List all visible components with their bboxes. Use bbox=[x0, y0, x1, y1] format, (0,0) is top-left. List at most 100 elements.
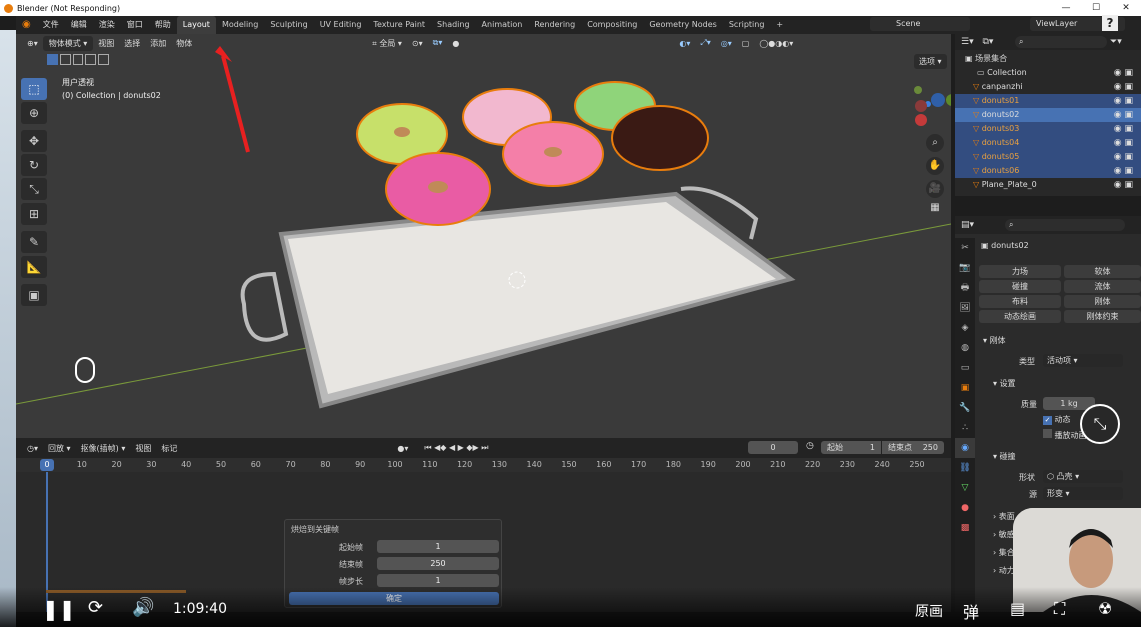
type-dropdown[interactable]: 活动项 ▾ bbox=[1043, 354, 1123, 367]
volume-icon[interactable]: 🔊 bbox=[132, 597, 154, 618]
gizmo-y-axis[interactable] bbox=[946, 94, 951, 106]
dynamic-checkbox[interactable]: ✓ 动态 bbox=[1043, 414, 1071, 425]
force-field-button[interactable]: 力场 bbox=[979, 265, 1061, 278]
visibility-toggle-icon[interactable]: ◉ ▣ bbox=[1114, 108, 1133, 122]
menu-help[interactable]: 帮助 bbox=[149, 16, 177, 34]
minimize-button[interactable]: — bbox=[1051, 0, 1081, 16]
tab-modeling[interactable]: Modeling bbox=[216, 16, 264, 34]
fluid-button[interactable]: 流体 bbox=[1064, 280, 1141, 293]
tab-layout[interactable]: Layout bbox=[176, 16, 216, 34]
cloth-button[interactable]: 布料 bbox=[979, 295, 1061, 308]
3d-viewport[interactable]: ⊕▾ 物体模式 ▾ 视图 选择 添加 物体 ⌗ 全局 ▾ ⊙▾ ⧉▾ ● ◐▾ … bbox=[16, 34, 951, 438]
start-frame-field[interactable]: 起始 1 bbox=[821, 441, 881, 454]
visibility-toggle-icon[interactable]: ◉ ▣ bbox=[1114, 122, 1133, 136]
dynamic-paint-button[interactable]: 动态绘画 bbox=[979, 310, 1061, 323]
outliner-row[interactable]: ▽ donuts04 ◉ ▣ bbox=[955, 136, 1141, 150]
material-tab-icon[interactable]: ● bbox=[955, 498, 975, 518]
tab-shading[interactable]: Shading bbox=[431, 16, 476, 34]
collision-button[interactable]: 碰撞 bbox=[979, 280, 1061, 293]
gizmo-neg-x-axis[interactable] bbox=[915, 100, 927, 112]
visibility-toggle-icon[interactable]: ◉ ▣ bbox=[1114, 80, 1133, 94]
tab-scripting[interactable]: Scripting bbox=[723, 16, 771, 34]
playback-controls[interactable]: ⏮ ◀◆ ◀ ▶ ◆▶ ⏭ bbox=[419, 441, 493, 455]
pause-button[interactable]: ❚❚ bbox=[42, 597, 76, 621]
collection-tab-icon[interactable]: ▭ bbox=[955, 358, 975, 378]
scene-tab-icon[interactable]: ◈ bbox=[955, 318, 975, 338]
help-icon[interactable]: ? bbox=[1102, 15, 1118, 31]
grid-icon[interactable]: ▦ bbox=[926, 199, 944, 217]
timeline-menu-keying[interactable]: 抠像(插帧) ▾ bbox=[76, 441, 131, 456]
collision-section[interactable]: ▾ 碰撞 bbox=[993, 451, 1016, 462]
quality-selector[interactable]: 原画 bbox=[915, 601, 943, 621]
rigid-body-constraint-button[interactable]: 刚体约束 bbox=[1064, 310, 1141, 323]
outliner-row[interactable]: ▽ donuts01 ◉ ▣ bbox=[955, 94, 1141, 108]
close-button[interactable]: ✕ bbox=[1111, 0, 1141, 16]
constraints-tab-icon[interactable]: ⛓ bbox=[955, 458, 975, 478]
frame-ruler[interactable]: 0 10 20 30 40 50 60 70 80 90 100 110 120 130 140 150 160… bbox=[16, 458, 951, 472]
collections-section[interactable]: › 集合 bbox=[993, 547, 1015, 558]
visibility-toggle-icon[interactable]: ◉ ▣ bbox=[1114, 136, 1133, 150]
subtitle-icon[interactable]: ▤ bbox=[1010, 599, 1025, 618]
visibility-toggle-icon[interactable]: ◉ ▣ bbox=[1114, 164, 1133, 178]
outliner-row[interactable]: ▽ Plane_Plate_0 ◉ ▣ bbox=[955, 178, 1141, 192]
tool-tab-icon[interactable]: ✂ bbox=[955, 238, 975, 258]
object-tab-icon[interactable]: ▣ bbox=[955, 378, 975, 398]
properties-search-input[interactable]: ⌕ bbox=[1005, 219, 1125, 231]
tab-rendering[interactable]: Rendering bbox=[528, 16, 581, 34]
gizmo-neg-y-axis[interactable] bbox=[914, 86, 922, 94]
danmaku-icon[interactable]: 弹 bbox=[963, 599, 979, 623]
render-tab-icon[interactable]: 📷 bbox=[955, 258, 975, 278]
tab-uv-editing[interactable]: UV Editing bbox=[314, 16, 368, 34]
surface-section[interactable]: › 表面 bbox=[993, 511, 1015, 522]
pan-hand-icon[interactable]: ✋ bbox=[926, 157, 944, 175]
pip-toggle-icon[interactable]: ⤡ bbox=[1080, 404, 1120, 444]
current-frame-field[interactable]: 0 bbox=[748, 441, 798, 454]
visibility-toggle-icon[interactable]: ◉ ▣ bbox=[1114, 94, 1133, 108]
blender-menu-icon[interactable]: ◉ bbox=[16, 16, 37, 34]
add-workspace-button[interactable]: + bbox=[770, 16, 789, 34]
maximize-button[interactable]: ☐ bbox=[1081, 0, 1111, 16]
tab-animation[interactable]: Animation bbox=[476, 16, 529, 34]
menu-window[interactable]: 窗口 bbox=[121, 16, 149, 34]
menu-file[interactable]: 文件 bbox=[37, 16, 65, 34]
visibility-toggle-icon[interactable]: ◉ ▣ bbox=[1114, 66, 1133, 80]
rigid-body-button[interactable]: 刚体 bbox=[1064, 295, 1141, 308]
tab-texture-paint[interactable]: Texture Paint bbox=[367, 16, 431, 34]
record-button[interactable]: ●▾ bbox=[392, 442, 413, 455]
display-mode-icon[interactable]: ⧉▾ bbox=[982, 37, 993, 47]
radiation-icon[interactable]: ☢ bbox=[1098, 599, 1112, 618]
soft-body-button[interactable]: 软体 bbox=[1064, 265, 1141, 278]
loop-icon[interactable]: ⟳ bbox=[88, 597, 103, 618]
scene-selector[interactable]: Scene bbox=[870, 17, 970, 31]
menu-edit[interactable]: 编辑 bbox=[65, 16, 93, 34]
outliner-row[interactable]: ▽ donuts06 ◉ ▣ bbox=[955, 164, 1141, 178]
texture-tab-icon[interactable]: ▩ bbox=[955, 518, 975, 538]
tab-geometry-nodes[interactable]: Geometry Nodes bbox=[643, 16, 722, 34]
scene-collection-row[interactable]: ▣ 场景集合 bbox=[955, 52, 1141, 66]
outliner-row[interactable]: ▽ donuts03 ◉ ▣ bbox=[955, 122, 1141, 136]
modifier-tab-icon[interactable]: 🔧 bbox=[955, 398, 975, 418]
bake-step-field[interactable]: 1 bbox=[377, 574, 499, 587]
outliner-search-input[interactable]: ⌕ bbox=[1015, 36, 1107, 48]
bake-end-field[interactable]: 250 bbox=[377, 557, 499, 570]
outliner-row[interactable]: ▽ canpanzhi ◉ ▣ bbox=[955, 80, 1141, 94]
particles-tab-icon[interactable]: ∴ bbox=[955, 418, 975, 438]
visibility-toggle-icon[interactable]: ◉ ▣ bbox=[1114, 150, 1133, 164]
sensitivity-section[interactable]: › 敏感 bbox=[993, 529, 1015, 540]
camera-icon[interactable]: 🎥 bbox=[926, 180, 944, 198]
settings-section[interactable]: ▾ 设置 bbox=[993, 378, 1016, 389]
outliner-row[interactable]: ▭ Collection ◉ ▣ bbox=[955, 66, 1141, 80]
zoom-icon[interactable]: ⌕ bbox=[926, 134, 944, 152]
data-tab-icon[interactable]: ▽ bbox=[955, 478, 975, 498]
outliner-row[interactable]: ▽ donuts05 ◉ ▣ bbox=[955, 150, 1141, 164]
timeline-menu-view[interactable]: 视图 bbox=[130, 441, 156, 456]
outliner-editor-icon[interactable]: ☰▾ bbox=[961, 37, 974, 47]
shape-dropdown[interactable]: ⬡ 凸壳 ▾ bbox=[1043, 470, 1123, 483]
playhead-marker[interactable]: 0 bbox=[40, 459, 54, 471]
timeline-editor-icon[interactable]: ◷▾ bbox=[22, 442, 43, 455]
tab-sculpting[interactable]: Sculpting bbox=[264, 16, 313, 34]
outliner-row[interactable]: ▽ donuts02 ◉ ▣ bbox=[955, 108, 1141, 122]
end-frame-field[interactable]: 结束点 250 bbox=[882, 441, 944, 454]
world-tab-icon[interactable]: ◍ bbox=[955, 338, 975, 358]
filter-icon[interactable]: ⏷▾ bbox=[1110, 34, 1122, 50]
